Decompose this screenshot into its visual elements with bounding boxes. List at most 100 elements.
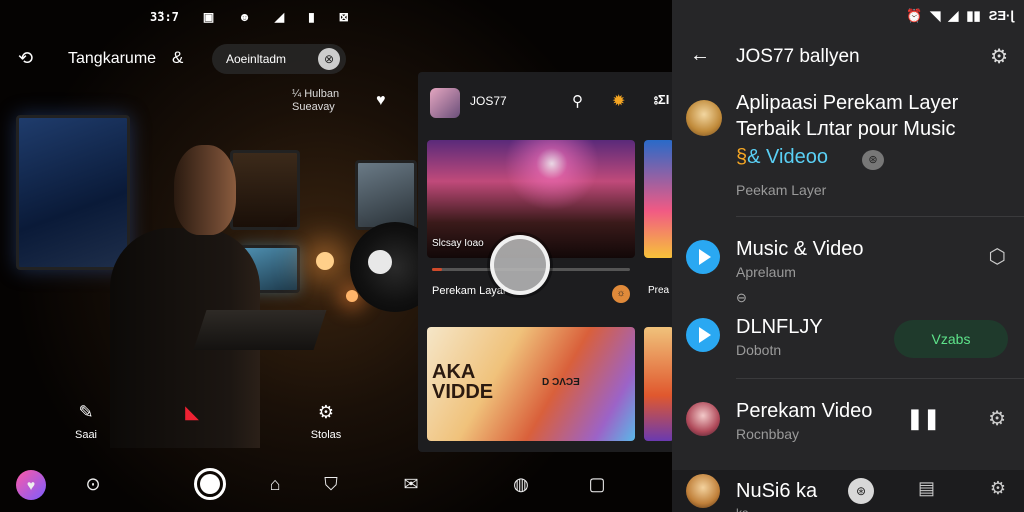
account-badge: ⊗ [318, 48, 340, 70]
person-head [174, 145, 236, 235]
monitor-right [355, 160, 417, 230]
status-time: 3̃3:7 [150, 10, 179, 24]
gear-icon[interactable]: ⚙ [990, 44, 1008, 69]
row-title: Music & Video [736, 238, 864, 260]
status-bar-left: 3̃3:7 ▣ ☻ ◢ ▮ ⊠ [150, 10, 349, 24]
divider [736, 216, 1024, 217]
row-subtitle: Aprelaum [736, 264, 796, 280]
row-title: NuSi6 ka [736, 480, 818, 502]
status-time-right: ƧƎ·ɭ [988, 8, 1014, 23]
list-panel: ⏰ ◥ ◢ ▮▮ ƧƎ·ɭ ← JOS77 ballyen ⚙ Aplipaas… [672, 0, 1024, 512]
app-icon[interactable]: ♥ [16, 470, 46, 500]
side-thumbnail-2[interactable] [644, 327, 674, 441]
desk-lamp [316, 252, 334, 270]
hexagon-icon[interactable]: ⬡ [989, 244, 1006, 269]
row-avatar [686, 402, 720, 436]
shield-icon[interactable]: ⛉ [316, 474, 346, 495]
mixing-desk [193, 310, 327, 350]
gear-icon[interactable]: ✹ [612, 91, 625, 111]
record-tool[interactable]: ◣ [162, 402, 222, 429]
reel-icon[interactable]: ⊛ [848, 478, 874, 504]
row-subtitle: ka [736, 506, 749, 512]
play-icon [686, 240, 720, 274]
record-shutter-button[interactable] [490, 235, 550, 295]
card2-title-line2: VIDDE [432, 381, 494, 403]
row-avatar [686, 474, 720, 508]
image-icon: ▣ [202, 10, 215, 24]
gallery-avatar[interactable] [430, 88, 460, 118]
row-title: Perekam Video [736, 400, 873, 422]
divider [736, 378, 1024, 379]
square-icon[interactable]: ▢ [582, 474, 612, 495]
ampersand-icon[interactable]: & [172, 48, 183, 68]
overlay-line-1: ¼ Hulban [292, 88, 340, 100]
gear-icon[interactable]: ⚙ [990, 478, 1006, 499]
search-icon[interactable]: ⚲ [572, 92, 583, 110]
feature-title: Aplipaasi Perekam Layer Terbaik Lлtar po… [736, 92, 959, 140]
feature-caption: Peekam Layer [736, 182, 827, 198]
row-subtitle: Rocnbbay [736, 426, 800, 442]
film-reel-icon: ⊛ [862, 150, 884, 170]
record-icon: ◣ [185, 402, 199, 422]
gallery-header: JOS77 ⚲ ✹ ⦂ΣI [418, 72, 674, 132]
card2-title: AKA VIDDE [432, 362, 493, 402]
monitor-rack [230, 150, 300, 230]
edit-tool-label: Saai [74, 429, 98, 441]
camera-header: ⟲ Tangkarume & Aoeinltadm ⊗ [0, 40, 672, 76]
settings-tool-label: Stolas [310, 429, 342, 441]
mail-icon[interactable]: ✉ [396, 474, 426, 495]
heart-icon[interactable]: ♥ [376, 92, 386, 110]
feature-sub-text: & Videoo [747, 146, 828, 168]
circle-icon[interactable]: ⊙ [78, 474, 108, 495]
feature-subtitle: §& Videoo [736, 146, 828, 169]
account-label: Aoeinltadm [226, 52, 287, 66]
row-small-icon: ⊖ [736, 290, 747, 305]
more-label[interactable]: ⦂ΣI [654, 92, 669, 108]
gear-icon: ⚙ [317, 402, 335, 422]
feature-avatar [686, 100, 722, 136]
row-title: DLNFLJY [736, 316, 823, 338]
grid-icon: ⊠ [338, 10, 349, 24]
camera-flip-icon[interactable]: ⌂ [260, 474, 290, 495]
play-icon [686, 318, 720, 352]
side-thumbnail-1[interactable] [644, 140, 674, 258]
video-progress-fill [432, 268, 442, 271]
gallery-row-label: Perekam Layar [432, 285, 507, 297]
list-item-music-video[interactable]: Music & Video Aprelaum ⊖ ⬡ [672, 232, 1024, 305]
gallery-row-label-side: Prea [648, 285, 670, 296]
signal-icon: ◢ [948, 8, 959, 23]
monitor-left [16, 115, 130, 270]
bottom-nav: ♥ ⊙ ⌂ ⛉ ✉ ◍ ▢ [0, 462, 672, 512]
shutter-button[interactable] [194, 468, 226, 500]
focus-dot[interactable] [368, 250, 392, 274]
alarm-icon: ⏰ [906, 8, 923, 23]
rotate-icon[interactable]: ⟲ [18, 48, 33, 69]
book-icon[interactable]: ▤ [918, 478, 935, 499]
settings-tool[interactable]: ⚙ Stolas [296, 402, 356, 441]
camera-overlay-text: ¼ Hulban Sueavay [292, 88, 339, 114]
list-title: JOS77 ballyen [736, 46, 860, 67]
pause-icon[interactable]: ❚❚ [906, 406, 940, 431]
list-item-dlnflj[interactable]: DLNFLJY Dobotn Vzabs [672, 310, 1024, 370]
badge-icon[interactable]: ☼ [612, 285, 630, 303]
back-arrow-icon[interactable]: ← [690, 44, 710, 67]
account-chip[interactable]: Aoeinltadm ⊗ [212, 44, 346, 74]
camera-title: Tangkarume [68, 50, 157, 67]
row-subtitle: Dobotn [736, 342, 782, 358]
signal-bars-icon: ▮▮ [966, 8, 981, 23]
gallery-title: JOS77 [470, 94, 507, 108]
list-item-perekam-video[interactable]: Perekam Video Rocnbbay ❚❚ ⚙ [672, 394, 1024, 454]
overlay-line-2: Sueavay [292, 101, 335, 113]
list-header: ← JOS77 ballyen ⚙ [672, 38, 1024, 78]
wifi-icon: ◥ [930, 8, 941, 23]
globe-icon[interactable]: ◍ [506, 474, 536, 495]
feature-sub-emoji: § [736, 146, 748, 168]
face-icon: ☻ [238, 10, 251, 24]
card2-title-line1: AKA [432, 361, 476, 383]
action-pill-button[interactable]: Vzabs [894, 320, 1008, 358]
edit-tool[interactable]: ✎ Saai [56, 402, 116, 441]
card2-overlay: D ƆɅƆƎ [542, 377, 580, 388]
list-item-nusi[interactable]: NuSi6 ka ka ⊛ ▤ ⚙ [672, 470, 1024, 512]
status-bar-right: ⏰ ◥ ◢ ▮▮ ƧƎ·ɭ [906, 8, 1014, 24]
gear-icon[interactable]: ⚙ [988, 406, 1006, 431]
